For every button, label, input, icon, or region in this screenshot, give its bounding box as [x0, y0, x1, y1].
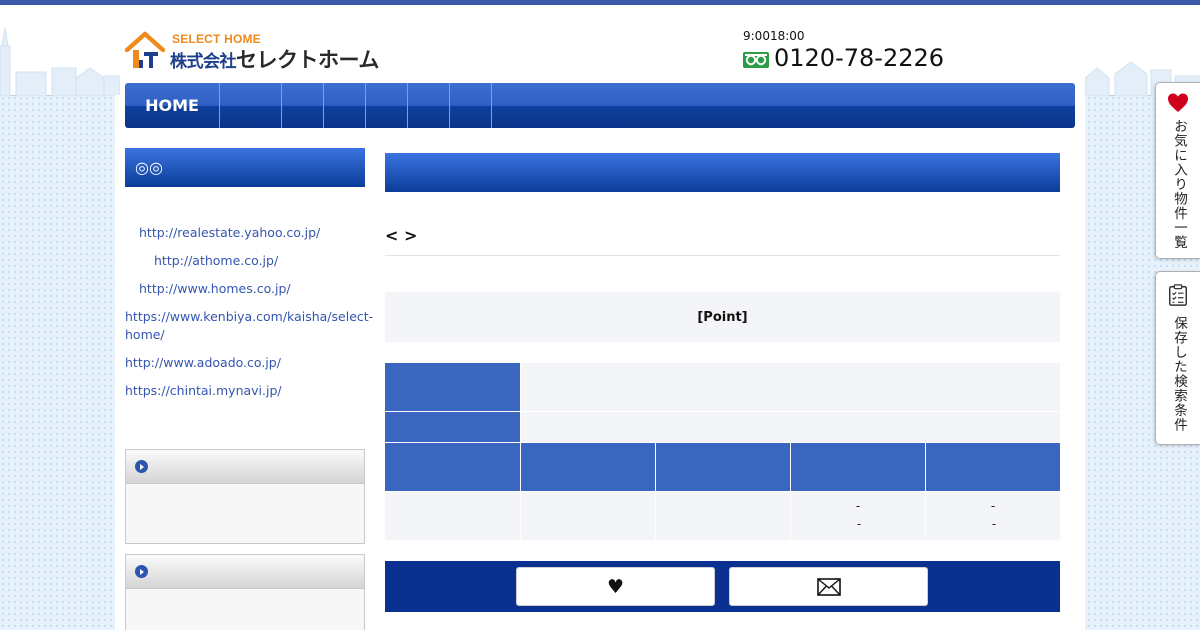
mail-icon: [816, 577, 841, 596]
table-header-cell: [656, 443, 790, 491]
table-value-cell: [521, 412, 1060, 442]
table-header-cell: [791, 443, 925, 491]
inquiry-mail-button[interactable]: [729, 567, 928, 606]
play-circle-icon: [135, 460, 148, 473]
sidebar-box-header[interactable]: [126, 450, 364, 484]
table-value-cell: [521, 492, 655, 540]
sidebar-box-2: [125, 554, 365, 630]
table-header-cell: [521, 443, 655, 491]
action-bar: ♥: [385, 561, 1060, 612]
company-prefix: 株式会社: [170, 52, 237, 72]
heart-icon: ♥: [606, 575, 625, 598]
saved-search-tab-label: 保存した検索条件: [1171, 316, 1187, 432]
table-value-cell: [656, 492, 790, 540]
table-value-cell: [521, 363, 1060, 411]
clipboard-icon: [1169, 284, 1187, 306]
nav-item-3[interactable]: [324, 83, 366, 128]
nav-item-4[interactable]: [366, 83, 408, 128]
link-yahoo-realestate[interactable]: http://realestate.yahoo.co.jp/: [139, 224, 320, 242]
sidebar-heading: ◎◎: [125, 148, 365, 187]
saved-search-tab[interactable]: 保存した検索条件: [1155, 271, 1200, 445]
nav-item-2[interactable]: [282, 83, 324, 128]
table-header-cell: [926, 443, 1060, 491]
global-nav: HOME: [125, 83, 1075, 128]
nav-item-6[interactable]: [450, 83, 492, 128]
table-value-cell: [385, 492, 520, 540]
table-header-cell: [385, 412, 520, 442]
cell-dash: -: [856, 517, 862, 531]
freedial-icon: [743, 52, 769, 68]
play-circle-icon: [135, 565, 148, 578]
business-hours: 9:0018:00: [743, 29, 805, 43]
cell-dash: -: [990, 499, 996, 513]
cell-dash: -: [855, 499, 861, 513]
point-section: [Point]: [385, 292, 1060, 342]
cell-dash: -: [991, 517, 997, 531]
pager-divider: [385, 255, 1060, 256]
property-title-bar: [385, 153, 1060, 192]
table-value-cell: - -: [791, 492, 925, 540]
add-favorite-button[interactable]: ♥: [516, 567, 715, 606]
table-header-cell: [385, 443, 520, 491]
link-mynavi-chintai[interactable]: https://chintai.mynavi.jp/: [125, 382, 282, 400]
table-value-cell: - -: [926, 492, 1060, 540]
site-logo[interactable]: SELECT HOME 株式会社セレクトホーム: [124, 30, 414, 74]
heart-icon: [1168, 93, 1188, 112]
nav-home[interactable]: HOME: [125, 83, 220, 128]
company-main-name: セレクトホーム: [236, 48, 379, 72]
table-header-cell: [385, 363, 520, 411]
skyline-decoration-left: [0, 27, 120, 96]
sidebar-box-header[interactable]: [126, 555, 364, 589]
link-homes[interactable]: http://www.homes.co.jp/: [139, 280, 291, 298]
link-kenbiya[interactable]: https://www.kenbiya.com/kaisha/select-ho…: [125, 308, 373, 344]
company-name: 株式会社セレクトホーム: [170, 44, 379, 74]
house-logo-icon: [124, 31, 166, 68]
favorites-tab-label: お気に入り物件一覧: [1171, 119, 1187, 250]
property-pager[interactable]: < >: [385, 226, 417, 245]
link-athome[interactable]: http://athome.co.jp/: [154, 252, 278, 270]
phone-number[interactable]: 0120-78-2226: [774, 44, 944, 72]
top-accent-bar: [0, 0, 1200, 5]
sidebar-box-1: [125, 449, 365, 544]
nav-item-5[interactable]: [408, 83, 450, 128]
nav-item-1[interactable]: [220, 83, 282, 128]
link-adoado[interactable]: http://www.adoado.co.jp/: [125, 354, 281, 372]
favorites-list-tab[interactable]: お気に入り物件一覧: [1155, 82, 1200, 259]
